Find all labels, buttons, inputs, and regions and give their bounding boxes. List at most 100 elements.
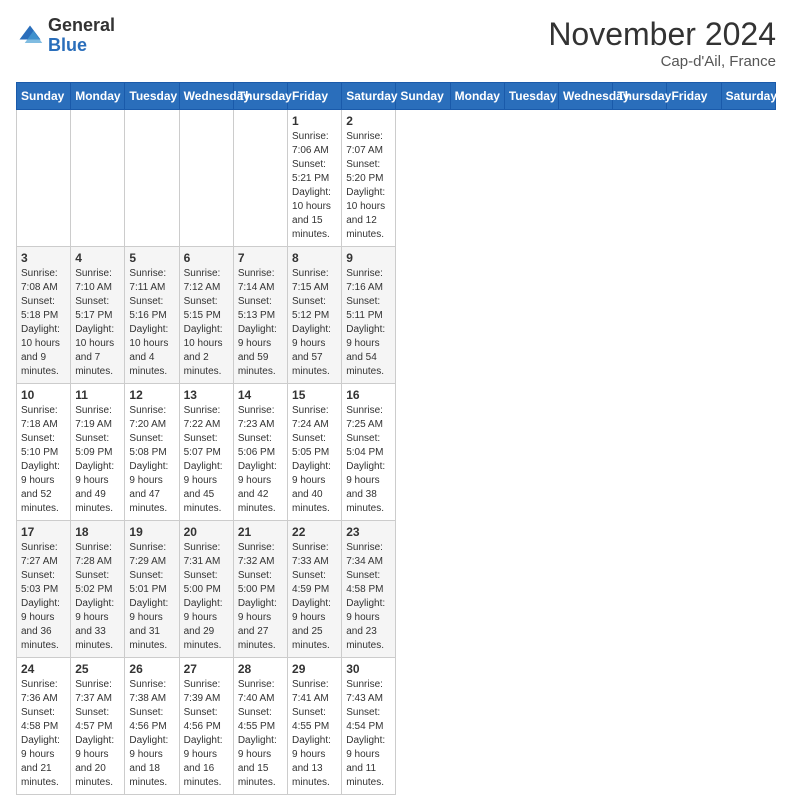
day-number: 8 xyxy=(292,251,337,265)
calendar-cell xyxy=(125,110,179,247)
col-header-tuesday: Tuesday xyxy=(125,83,179,110)
calendar-cell: 22Sunrise: 7:33 AM Sunset: 4:59 PM Dayli… xyxy=(288,521,342,658)
day-number: 24 xyxy=(21,662,66,676)
logo-blue: Blue xyxy=(48,35,87,55)
day-info: Sunrise: 7:38 AM Sunset: 4:56 PM Dayligh… xyxy=(129,678,174,790)
calendar-cell: 21 Sunrise: 7:32 AM Sunset: 5:00 PM Dayli… xyxy=(233,521,287,658)
day-number: 12 xyxy=(129,388,174,402)
col-header-sunday: Sunday xyxy=(396,83,450,110)
day-info: Sunrise: 7:27 AM Sunset: 5:03 PM Dayligh… xyxy=(21,541,66,653)
calendar-cell: 12Sunrise: 7:20 AM Sunset: 5:08 PM Dayli… xyxy=(125,384,179,521)
day-number: 10 xyxy=(21,388,66,402)
calendar-cell: 11 Sunrise: 7:19 AM Sunset: 5:09 PM Dayli… xyxy=(71,384,125,521)
day-info: Sunrise: 7:41 AM Sunset: 4:55 PM Dayligh… xyxy=(292,678,337,790)
calendar-week-3: 10Sunrise: 7:18 AM Sunset: 5:10 PM Dayli… xyxy=(17,384,776,521)
col-header-thursday: Thursday xyxy=(233,83,287,110)
calendar-cell: 19Sunrise: 7:29 AM Sunset: 5:01 PM Dayli… xyxy=(125,521,179,658)
logo-general: General xyxy=(48,15,115,35)
calendar-table: SundayMondayTuesdayWednesdayThursdayFrid… xyxy=(16,82,776,795)
calendar-cell: 10Sunrise: 7:18 AM Sunset: 5:10 PM Dayli… xyxy=(17,384,71,521)
page-header: General Blue November 2024 Cap-d'Ail, Fr… xyxy=(16,16,776,70)
calendar-cell: 30 Sunrise: 7:43 AM Sunset: 4:54 PM Dayli… xyxy=(342,658,396,795)
day-info: Sunrise: 7:08 AM Sunset: 5:18 PM Dayligh… xyxy=(21,267,66,379)
calendar-cell: 2Sunrise: 7:07 AM Sunset: 5:20 PM Daylig… xyxy=(342,110,396,247)
day-info: Sunrise: 7:33 AM Sunset: 4:59 PM Dayligh… xyxy=(292,541,337,653)
calendar-cell: 5 Sunrise: 7:11 AM Sunset: 5:16 PM Daylig… xyxy=(125,247,179,384)
day-number: 23 xyxy=(346,525,391,539)
col-header-thursday: Thursday xyxy=(613,83,667,110)
day-number: 30 xyxy=(346,662,391,676)
col-header-wednesday: Wednesday xyxy=(559,83,613,110)
col-header-saturday: Saturday xyxy=(721,83,775,110)
day-number: 27 xyxy=(184,662,229,676)
day-number: 16 xyxy=(346,388,391,402)
day-number: 21 xyxy=(238,525,283,539)
day-number: 1 xyxy=(292,114,337,128)
day-info: Sunrise: 7:37 AM Sunset: 4:57 PM Dayligh… xyxy=(75,678,120,790)
day-number: 11 xyxy=(75,388,120,402)
col-header-saturday: Saturday xyxy=(342,83,396,110)
title-block: November 2024 Cap-d'Ail, France xyxy=(548,16,776,70)
day-number: 15 xyxy=(292,388,337,402)
day-info: Sunrise: 7:15 AM Sunset: 5:12 PM Dayligh… xyxy=(292,267,337,379)
day-info: Sunrise: 7:43 AM Sunset: 4:54 PM Dayligh… xyxy=(346,678,391,790)
day-info: Sunrise: 7:39 AM Sunset: 4:56 PM Dayligh… xyxy=(184,678,229,790)
calendar-cell: 16 Sunrise: 7:25 AM Sunset: 5:04 PM Dayli… xyxy=(342,384,396,521)
calendar-cell: 25 Sunrise: 7:37 AM Sunset: 4:57 PM Dayli… xyxy=(71,658,125,795)
day-info: Sunrise: 7:11 AM Sunset: 5:16 PM Dayligh… xyxy=(129,267,174,379)
day-info: Sunrise: 7:12 AM Sunset: 5:15 PM Dayligh… xyxy=(184,267,229,379)
day-number: 20 xyxy=(184,525,229,539)
calendar-week-5: 24 Sunrise: 7:36 AM Sunset: 4:58 PM Dayli… xyxy=(17,658,776,795)
calendar-cell xyxy=(71,110,125,247)
calendar-header-row: SundayMondayTuesdayWednesdayThursdayFrid… xyxy=(17,83,776,110)
day-number: 25 xyxy=(75,662,120,676)
calendar-cell: 13Sunrise: 7:22 AM Sunset: 5:07 PM Dayli… xyxy=(179,384,233,521)
calendar-cell: 24 Sunrise: 7:36 AM Sunset: 4:58 PM Dayli… xyxy=(17,658,71,795)
day-number: 7 xyxy=(238,251,283,265)
calendar-cell: 29 Sunrise: 7:41 AM Sunset: 4:55 PM Dayli… xyxy=(288,658,342,795)
col-header-tuesday: Tuesday xyxy=(504,83,558,110)
calendar-week-1: 1Sunrise: 7:06 AM Sunset: 5:21 PM Daylig… xyxy=(17,110,776,247)
calendar-cell xyxy=(17,110,71,247)
calendar-cell: 6 Sunrise: 7:12 AM Sunset: 5:15 PM Daylig… xyxy=(179,247,233,384)
calendar-cell: 18Sunrise: 7:28 AM Sunset: 5:02 PM Dayli… xyxy=(71,521,125,658)
day-number: 18 xyxy=(75,525,120,539)
day-info: Sunrise: 7:22 AM Sunset: 5:07 PM Dayligh… xyxy=(184,404,229,516)
calendar-cell: 9 Sunrise: 7:16 AM Sunset: 5:11 PM Daylig… xyxy=(342,247,396,384)
logo-text: General Blue xyxy=(48,16,115,56)
day-info: Sunrise: 7:19 AM Sunset: 5:09 PM Dayligh… xyxy=(75,404,120,516)
day-number: 19 xyxy=(129,525,174,539)
day-number: 5 xyxy=(129,251,174,265)
calendar-cell xyxy=(233,110,287,247)
day-number: 2 xyxy=(346,114,391,128)
col-header-monday: Monday xyxy=(71,83,125,110)
calendar-cell: 7 Sunrise: 7:14 AM Sunset: 5:13 PM Daylig… xyxy=(233,247,287,384)
logo-icon xyxy=(16,22,44,50)
day-info: Sunrise: 7:36 AM Sunset: 4:58 PM Dayligh… xyxy=(21,678,66,790)
calendar-cell: 17Sunrise: 7:27 AM Sunset: 5:03 PM Dayli… xyxy=(17,521,71,658)
calendar-week-4: 17Sunrise: 7:27 AM Sunset: 5:03 PM Dayli… xyxy=(17,521,776,658)
day-info: Sunrise: 7:10 AM Sunset: 5:17 PM Dayligh… xyxy=(75,267,120,379)
day-number: 9 xyxy=(346,251,391,265)
day-number: 3 xyxy=(21,251,66,265)
day-number: 26 xyxy=(129,662,174,676)
day-info: Sunrise: 7:34 AM Sunset: 4:58 PM Dayligh… xyxy=(346,541,391,653)
day-info: Sunrise: 7:16 AM Sunset: 5:11 PM Dayligh… xyxy=(346,267,391,379)
col-header-friday: Friday xyxy=(667,83,721,110)
day-number: 14 xyxy=(238,388,283,402)
day-number: 6 xyxy=(184,251,229,265)
day-info: Sunrise: 7:14 AM Sunset: 5:13 PM Dayligh… xyxy=(238,267,283,379)
calendar-cell: 28Sunrise: 7:40 AM Sunset: 4:55 PM Dayli… xyxy=(233,658,287,795)
location: Cap-d'Ail, France xyxy=(548,53,776,70)
day-info: Sunrise: 7:32 AM Sunset: 5:00 PM Dayligh… xyxy=(238,541,283,653)
calendar-cell: 26 Sunrise: 7:38 AM Sunset: 4:56 PM Dayli… xyxy=(125,658,179,795)
col-header-monday: Monday xyxy=(450,83,504,110)
calendar-cell: 4Sunrise: 7:10 AM Sunset: 5:17 PM Daylig… xyxy=(71,247,125,384)
calendar-cell xyxy=(179,110,233,247)
day-info: Sunrise: 7:25 AM Sunset: 5:04 PM Dayligh… xyxy=(346,404,391,516)
day-number: 29 xyxy=(292,662,337,676)
calendar-cell: 14Sunrise: 7:23 AM Sunset: 5:06 PM Dayli… xyxy=(233,384,287,521)
col-header-sunday: Sunday xyxy=(17,83,71,110)
calendar-cell: 27 Sunrise: 7:39 AM Sunset: 4:56 PM Dayli… xyxy=(179,658,233,795)
day-number: 28 xyxy=(238,662,283,676)
